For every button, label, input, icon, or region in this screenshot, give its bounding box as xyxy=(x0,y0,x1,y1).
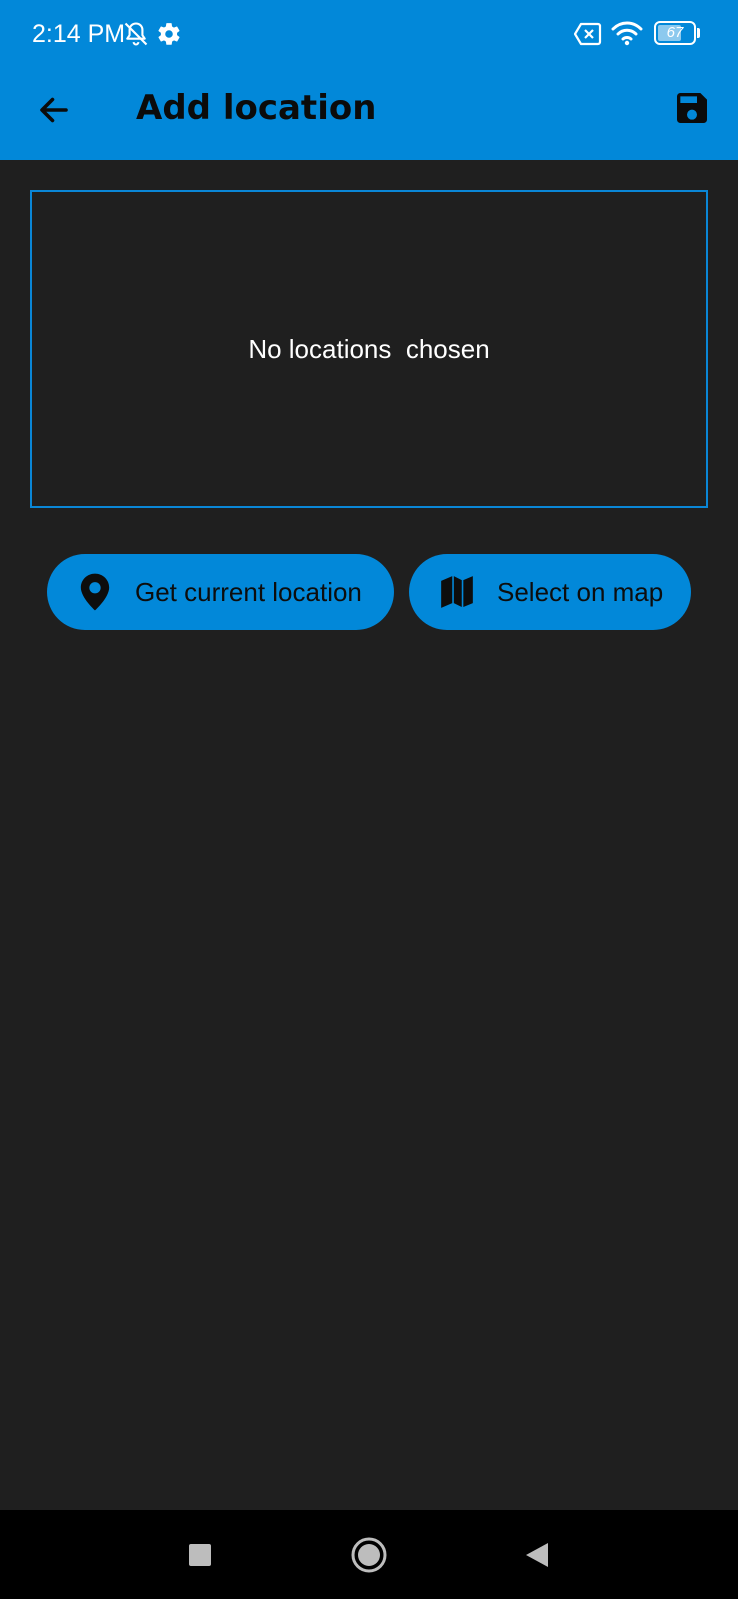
battery-icon: 67 xyxy=(654,21,700,45)
system-nav-bar xyxy=(0,1510,738,1599)
home-circle-icon xyxy=(351,1537,387,1573)
floppy-disk-icon xyxy=(677,93,707,123)
location-pin-icon xyxy=(75,572,115,612)
back-triangle-icon xyxy=(526,1543,548,1567)
notifications-off-icon xyxy=(124,22,148,46)
wifi-icon xyxy=(611,21,643,46)
map-icon xyxy=(437,572,477,612)
back-button[interactable] xyxy=(26,82,82,138)
recents-button[interactable] xyxy=(175,1530,225,1580)
status-bar: 2:14 PM 67 xyxy=(0,0,738,68)
status-time: 2:14 PM xyxy=(32,20,126,48)
location-preview: No locations chosen xyxy=(30,190,708,508)
home-button[interactable] xyxy=(344,1530,394,1580)
no-location-text: No locations chosen xyxy=(248,333,490,364)
select-on-map-button[interactable]: Select on map xyxy=(409,554,691,630)
battery-level-text: 67 xyxy=(666,24,684,41)
page-title: Add location xyxy=(136,88,377,128)
get-current-location-label: Get current location xyxy=(135,576,362,607)
get-current-location-button[interactable]: Get current location xyxy=(47,554,394,630)
select-on-map-label: Select on map xyxy=(497,576,664,607)
toolbar: Add location xyxy=(0,68,738,160)
back-nav-button[interactable] xyxy=(512,1530,562,1580)
no-sim-icon xyxy=(574,22,602,46)
settings-gear-icon xyxy=(158,23,180,45)
recents-square-icon xyxy=(189,1544,211,1566)
arrow-back-icon xyxy=(40,97,68,123)
save-button[interactable] xyxy=(664,80,720,136)
app-header: 2:14 PM 67 Add location xyxy=(0,0,738,160)
